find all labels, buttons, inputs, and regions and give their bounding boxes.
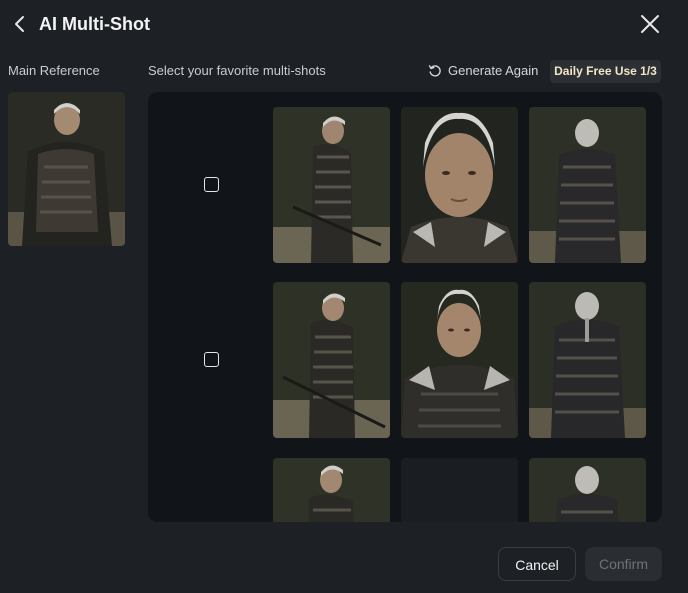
shot-row-2 bbox=[148, 282, 662, 438]
dialog-title: AI Multi-Shot bbox=[39, 14, 150, 34]
shot-image-profile[interactable] bbox=[273, 458, 390, 522]
close-button[interactable] bbox=[638, 12, 662, 36]
shot-image-back[interactable] bbox=[529, 458, 646, 522]
select-instructions: Select your favorite multi-shots bbox=[148, 63, 326, 78]
row-2-checkbox[interactable] bbox=[204, 352, 219, 367]
generate-again-label: Generate Again bbox=[448, 63, 539, 78]
confirm-button[interactable]: Confirm bbox=[585, 547, 662, 581]
generate-again-button[interactable]: Generate Again bbox=[428, 62, 538, 80]
shot-row-1 bbox=[148, 107, 662, 263]
shot-image-portrait[interactable] bbox=[401, 107, 518, 263]
back-button[interactable] bbox=[10, 12, 30, 36]
dialog-header: AI Multi-Shot bbox=[0, 0, 688, 48]
chevron-left-icon bbox=[15, 16, 24, 32]
shot-row-3 bbox=[148, 458, 662, 522]
shot-image-front[interactable] bbox=[401, 282, 518, 438]
shot-image-profile[interactable] bbox=[273, 282, 390, 438]
shot-image-profile[interactable] bbox=[273, 107, 390, 263]
refresh-icon bbox=[428, 65, 441, 77]
shot-image-back[interactable] bbox=[529, 107, 646, 263]
main-reference-image bbox=[8, 92, 125, 246]
shot-image-back[interactable] bbox=[529, 282, 646, 438]
row-1-checkbox[interactable] bbox=[204, 177, 219, 192]
daily-free-use-badge: Daily Free Use 1/3 bbox=[550, 60, 661, 83]
close-icon bbox=[641, 15, 659, 33]
cancel-button[interactable]: Cancel bbox=[498, 547, 576, 581]
multi-shot-grid bbox=[148, 92, 662, 522]
empty-shot-slot bbox=[401, 458, 518, 522]
main-reference-label: Main Reference bbox=[8, 63, 100, 78]
